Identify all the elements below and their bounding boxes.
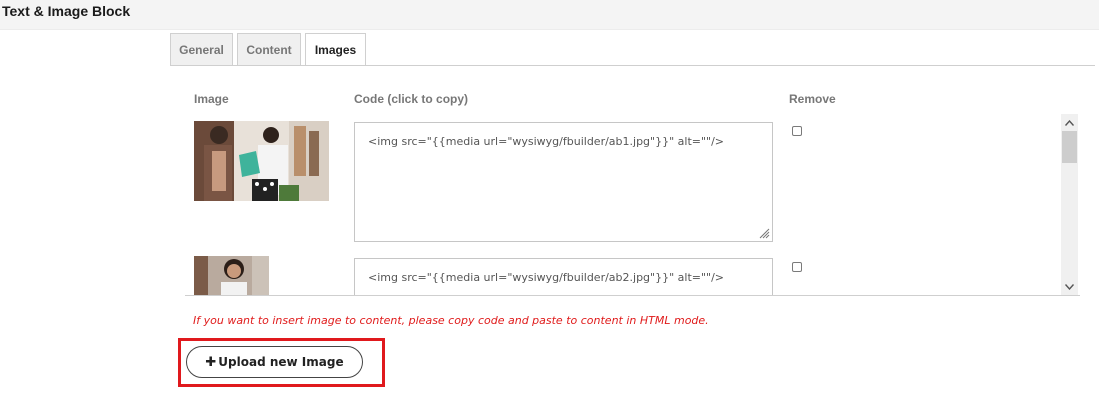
tab-general[interactable]: General xyxy=(170,33,233,66)
upload-button-label: Upload new Image xyxy=(218,355,344,369)
code-textarea[interactable]: <img src="{{media url="wysiwyg/fbuilder/… xyxy=(354,258,773,296)
scroll-up-icon[interactable] xyxy=(1061,114,1078,131)
tab-content[interactable]: Content xyxy=(237,33,301,66)
vertical-scrollbar[interactable] xyxy=(1061,114,1078,295)
scroll-thumb[interactable] xyxy=(1062,131,1077,163)
scroll-down-icon[interactable] xyxy=(1061,278,1078,295)
portrait-photo-icon xyxy=(194,256,269,296)
tab-images[interactable]: Images xyxy=(305,33,366,66)
tab-content-label: Content xyxy=(246,43,292,57)
tab-images-label: Images xyxy=(314,43,357,57)
tab-divider xyxy=(170,65,1095,66)
window-title: Text & Image Block xyxy=(2,3,131,19)
column-header-image: Image xyxy=(194,92,229,106)
grid-divider xyxy=(185,295,1080,296)
images-grid: <img src="{{media url="wysiwyg/fbuilder/… xyxy=(185,110,1080,296)
remove-checkbox[interactable] xyxy=(792,262,802,272)
title-bar: Text & Image Block xyxy=(0,0,1099,30)
code-text: <img src="{{media url="wysiwyg/fbuilder/… xyxy=(368,135,725,148)
plus-icon: ✚ xyxy=(205,354,217,370)
shopping-photo-icon xyxy=(194,121,329,201)
column-header-code: Code (click to copy) xyxy=(354,92,469,106)
code-text: <img src="{{media url="wysiwyg/fbuilder/… xyxy=(368,271,725,284)
help-text: If you want to insert image to content, … xyxy=(193,314,709,327)
resize-grip-icon[interactable] xyxy=(758,227,770,239)
image-thumbnail xyxy=(194,121,329,201)
upload-new-image-button[interactable]: ✚ Upload new Image xyxy=(186,346,363,378)
tab-general-label: General xyxy=(179,43,224,57)
column-header-remove: Remove xyxy=(789,92,836,106)
code-textarea[interactable]: <img src="{{media url="wysiwyg/fbuilder/… xyxy=(354,122,773,242)
image-thumbnail xyxy=(194,256,269,296)
remove-checkbox[interactable] xyxy=(792,126,802,136)
